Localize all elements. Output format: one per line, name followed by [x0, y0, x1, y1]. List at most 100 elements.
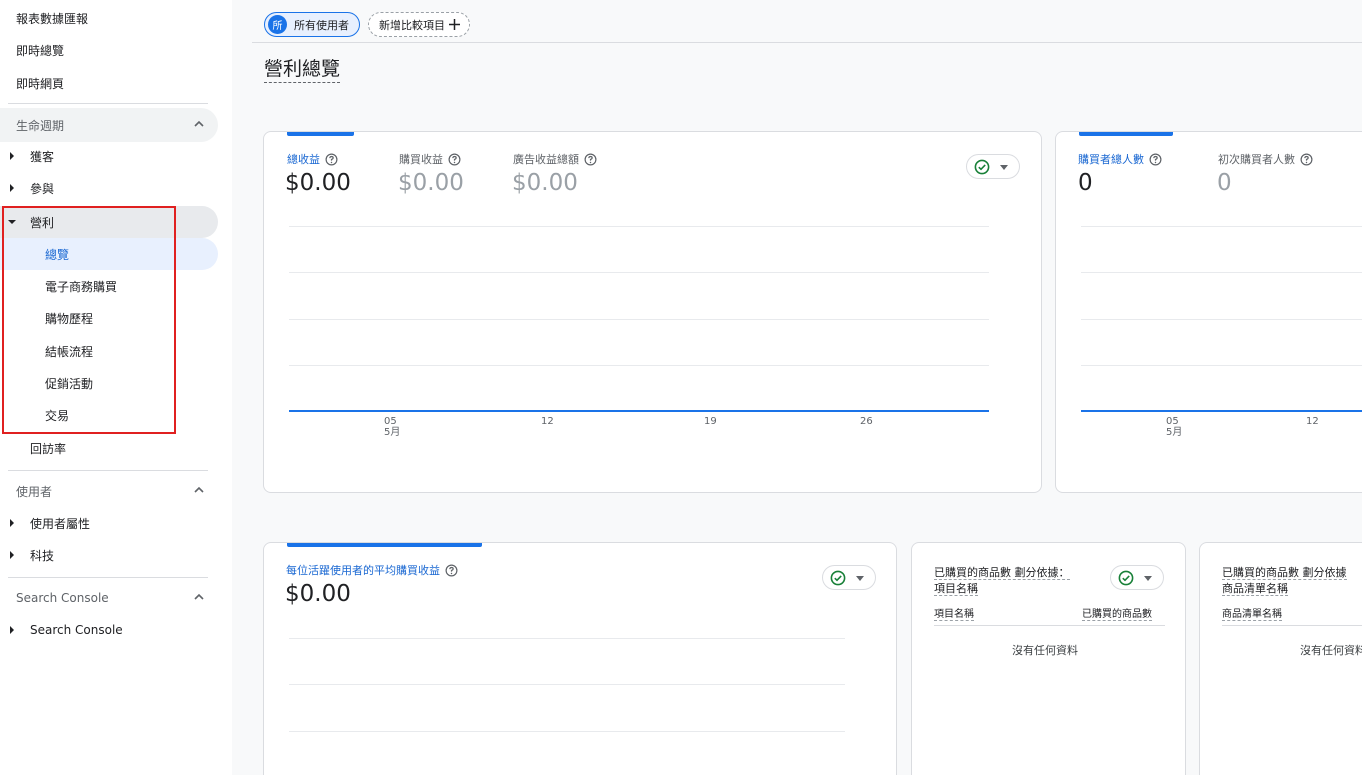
caret-down-icon	[1000, 165, 1008, 170]
nav-tech[interactable]: 科技	[0, 539, 218, 571]
lists-card-title: 已購買的商品數 劃分依據 商品清單名稱	[1222, 565, 1347, 597]
nav-realtime-pages[interactable]: 即時網頁	[16, 75, 64, 92]
nav-user-attributes[interactable]: 使用者屬性	[0, 507, 218, 539]
arppu-card: 每位活躍使用者的平均購買收益 $0.00	[263, 542, 897, 775]
nav-purchase-journey[interactable]: 購物歷程	[0, 302, 218, 334]
items-card-title-line2[interactable]: 項目名稱	[934, 582, 978, 596]
caret-down-icon	[856, 576, 864, 581]
nav-checkout-journey[interactable]: 結帳流程	[0, 335, 218, 367]
section-search-console[interactable]: Search Console	[0, 581, 218, 615]
x-tick: 12	[1306, 416, 1319, 427]
caret-down-icon	[1144, 576, 1152, 581]
selected-metric-indicator	[287, 543, 482, 547]
chart-gridline	[289, 638, 845, 639]
table-header-divider	[934, 625, 1165, 626]
chart-series-line	[289, 410, 989, 412]
metric-first-time-buyers-value: 0	[1217, 170, 1232, 196]
nav-retention[interactable]: 回訪率	[0, 432, 218, 464]
column-header-item-list-name: 商品清單名稱	[1222, 605, 1282, 621]
nav-reports-snapshot[interactable]: 報表數據匯報	[16, 10, 88, 27]
column-header-item-name: 項目名稱	[934, 605, 974, 621]
help-icon[interactable]	[584, 153, 597, 166]
item-lists-card: 已購買的商品數 劃分依據 商品清單名稱 商品清單名稱 沒有任何資料	[1199, 542, 1362, 775]
triangle-right-icon	[10, 551, 14, 559]
nav-realtime-overview[interactable]: 即時總覽	[16, 42, 64, 59]
lists-card-title-line1: 已購買的商品數 劃分依據	[1222, 566, 1347, 580]
nav-checkout-label: 結帳流程	[45, 344, 94, 359]
segment-chip-label: 所有使用者	[294, 18, 349, 32]
triangle-right-icon	[10, 184, 14, 192]
nav-user-attributes-label: 使用者屬性	[30, 516, 91, 531]
section-lifecycle[interactable]: 生命週期	[0, 108, 218, 142]
nav-search-console[interactable]: Search Console	[0, 614, 218, 646]
help-icon[interactable]	[445, 564, 458, 577]
nav-monetization-overview[interactable]: 總覽	[0, 238, 218, 270]
chart-gridline	[289, 684, 845, 685]
x-tick-month: 5月	[384, 427, 401, 438]
chart-gridline	[289, 731, 845, 732]
triangle-right-icon	[10, 152, 14, 160]
add-comparison-label: 新增比較項目	[379, 18, 445, 32]
selected-metric-indicator	[287, 132, 354, 136]
metric-total-buyers[interactable]: 購買者總人數	[1078, 151, 1162, 167]
nav-search-console-label: Search Console	[30, 623, 123, 637]
help-icon[interactable]	[325, 153, 338, 166]
metric-total-revenue[interactable]: 總收益	[287, 151, 338, 167]
x-tick-day: 12	[1306, 416, 1319, 427]
section-user[interactable]: 使用者	[0, 474, 218, 508]
help-icon[interactable]	[448, 153, 461, 166]
chart-gridline	[289, 319, 989, 320]
nav-ecommerce-purchases[interactable]: 電子商務購買	[0, 270, 218, 302]
x-tick-day: 26	[860, 416, 873, 427]
selected-metric-indicator	[1079, 132, 1173, 136]
x-tick-day: 12	[541, 416, 554, 427]
no-data-message: 沒有任何資料	[1300, 644, 1362, 657]
x-tick: 19	[704, 416, 717, 427]
help-icon[interactable]	[1300, 153, 1313, 166]
x-tick: 12	[541, 416, 554, 427]
nav-divider	[8, 103, 208, 104]
nav-divider	[8, 577, 208, 578]
metric-arppu[interactable]: 每位活躍使用者的平均購買收益	[286, 562, 458, 578]
data-quality-chip[interactable]	[1110, 565, 1164, 590]
metric-ad-revenue-value: $0.00	[512, 170, 578, 196]
x-tick: 05 5月	[1166, 416, 1182, 438]
nav-tech-label: 科技	[30, 548, 55, 563]
metric-total-buyers-value: 0	[1078, 170, 1093, 196]
data-quality-chip[interactable]	[822, 565, 876, 590]
nav-ecommerce-label: 電子商務購買	[45, 279, 118, 294]
segment-chip-all-users[interactable]: 所 所有使用者	[264, 12, 360, 37]
chart-series-line	[1081, 410, 1362, 412]
nav-overview-label: 總覽	[45, 247, 70, 262]
nav-monetization[interactable]: 營利	[0, 206, 218, 238]
metric-total-revenue-value: $0.00	[285, 170, 351, 196]
metric-ad-revenue[interactable]: 廣告收益總額	[513, 151, 597, 167]
nav-acquisition[interactable]: 獲客	[0, 140, 218, 172]
lists-card-title-line2[interactable]: 商品清單名稱	[1222, 582, 1288, 596]
metric-first-time-buyers[interactable]: 初次購買者人數	[1218, 151, 1313, 167]
metric-first-time-buyers-label: 初次購買者人數	[1218, 153, 1295, 166]
help-icon[interactable]	[1149, 153, 1162, 166]
metric-total-revenue-label: 總收益	[287, 153, 320, 166]
items-card-title-line1: 已購買的商品數 劃分依據：	[934, 566, 1070, 580]
chart-gridline	[289, 365, 989, 366]
nav-transactions[interactable]: 交易	[0, 399, 218, 431]
nav-engagement[interactable]: 參與	[0, 172, 218, 204]
metric-purchase-revenue[interactable]: 購買收益	[399, 151, 461, 167]
triangle-right-icon	[10, 626, 14, 634]
metric-arppu-label: 每位活躍使用者的平均購買收益	[286, 564, 440, 577]
x-tick-month: 5月	[1166, 427, 1183, 438]
nav-retention-label: 回訪率	[30, 441, 67, 456]
no-data-message: 沒有任何資料	[1012, 644, 1078, 657]
add-comparison-button[interactable]: 新增比較項目	[368, 12, 470, 37]
chart-gridline	[1081, 272, 1362, 273]
chart-gridline	[289, 226, 989, 227]
column-header-items-purchased: 已購買的商品數	[1082, 605, 1152, 621]
chart-gridline	[1081, 319, 1362, 320]
nav-promotions[interactable]: 促銷活動	[0, 367, 218, 399]
nav-divider	[8, 470, 208, 471]
data-quality-chip[interactable]	[966, 154, 1020, 179]
revenue-card: 總收益 $0.00 購買收益 $0.00 廣告收益總額 $0.00 05 5月 …	[263, 131, 1042, 493]
sidebar-nav: 報表數據匯報 即時總覽 即時網頁 生命週期 獲客 參與 營利 總覽 電子商務購買…	[0, 0, 232, 775]
chevron-up-icon	[194, 120, 204, 127]
